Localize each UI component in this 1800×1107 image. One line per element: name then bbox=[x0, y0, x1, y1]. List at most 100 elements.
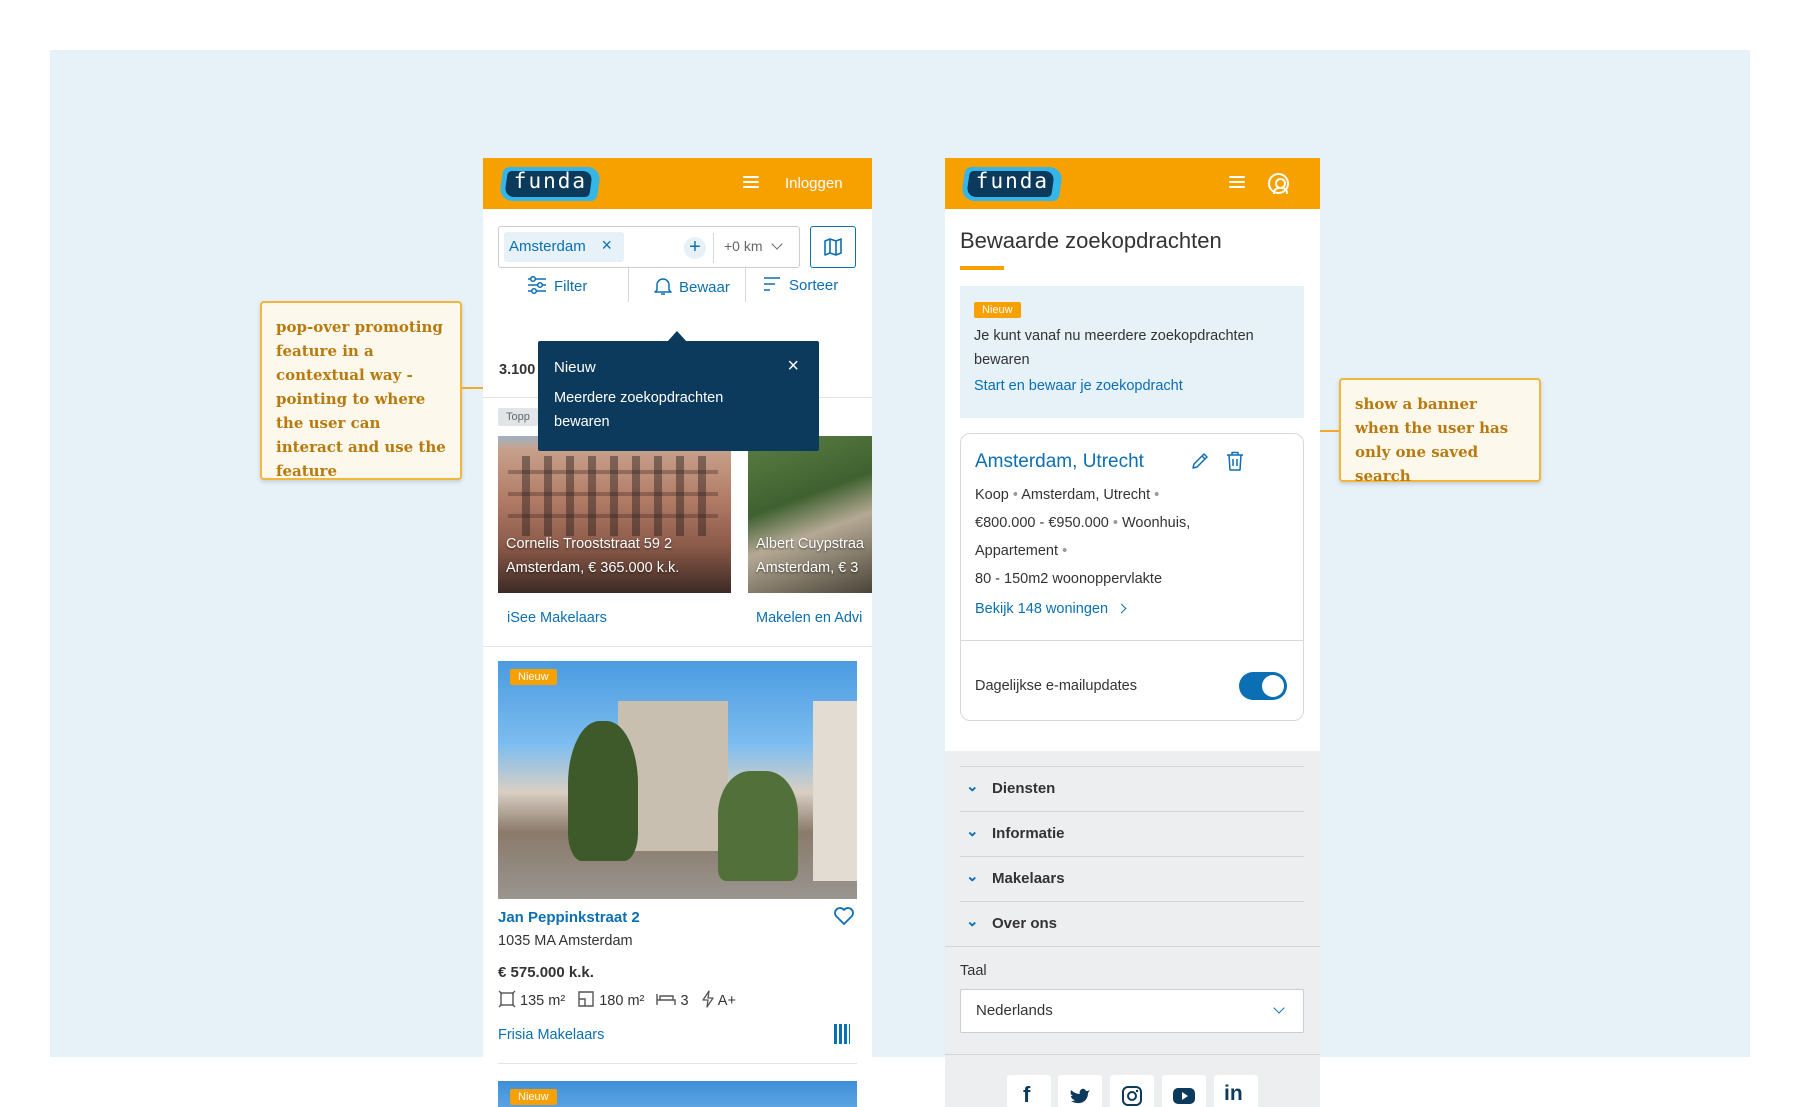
search-box[interactable]: Amsterdam × + +0 km bbox=[498, 226, 800, 268]
filter-icon bbox=[528, 275, 546, 295]
banner-link[interactable]: Start en bewaar je zoekopdracht bbox=[974, 378, 1183, 394]
language-select[interactable]: Nederlands bbox=[960, 989, 1304, 1033]
building-windows bbox=[508, 456, 718, 536]
map-icon bbox=[824, 238, 842, 256]
facebook-icon[interactable]: f bbox=[1007, 1075, 1051, 1107]
language-label: Taal bbox=[960, 963, 987, 979]
chevron-down-icon bbox=[1273, 1002, 1285, 1014]
annotation-banner: show a banner when the user has only one… bbox=[1339, 378, 1541, 485]
results-count: 3.100 bbox=[499, 362, 536, 378]
tree-shape bbox=[568, 721, 638, 861]
bed-icon bbox=[656, 994, 677, 1005]
footer-section-over-ons[interactable]: ⌄ Over ons bbox=[960, 901, 1304, 946]
listing-price: € 575.000 k.k. bbox=[498, 964, 594, 981]
plot-icon bbox=[578, 991, 594, 1007]
chevron-down-icon: ⌄ bbox=[966, 823, 979, 840]
chevron-right-icon bbox=[1116, 603, 1127, 614]
location-chip[interactable]: Amsterdam × bbox=[504, 232, 624, 262]
divider bbox=[745, 266, 746, 302]
email-updates-label: Dagelijkse e-mailupdates bbox=[975, 678, 1137, 694]
title-underline bbox=[960, 266, 1004, 270]
listing-title-link[interactable]: Jan Peppinkstraat 2 bbox=[498, 909, 640, 926]
listing-features: 135 m² 180 m² 3 A+ bbox=[498, 990, 736, 1009]
chevron-down-icon: ⌄ bbox=[966, 913, 979, 930]
popover-text: Meerdere zoekopdrachten bewaren bbox=[554, 390, 724, 430]
youtube-icon[interactable] bbox=[1162, 1075, 1206, 1107]
annotation-popover-text: pop-over promoting feature in a contextu… bbox=[276, 318, 446, 480]
email-updates-toggle[interactable] bbox=[1239, 672, 1287, 700]
instagram-icon[interactable] bbox=[1110, 1075, 1154, 1107]
carousel-card-photo[interactable]: Cornelis Trooststraat 59 2 Amsterdam, € … bbox=[498, 436, 731, 593]
search-criteria: Koop • Amsterdam, Utrecht • €800.000 - €… bbox=[975, 487, 1191, 587]
saved-search-card: Amsterdam, Utrecht Koop • Amsterdam, Utr… bbox=[960, 433, 1304, 721]
divider bbox=[961, 640, 1303, 641]
footer-divider bbox=[945, 946, 1320, 947]
menu-icon[interactable] bbox=[743, 176, 759, 188]
radius-select[interactable]: +0 km bbox=[724, 238, 784, 254]
user-account-icon[interactable] bbox=[1268, 173, 1289, 194]
footer-divider bbox=[945, 1054, 1320, 1055]
saved-search-title[interactable]: Amsterdam, Utrecht bbox=[975, 451, 1144, 473]
next-listing-photo[interactable]: Nieuw bbox=[498, 1081, 857, 1107]
chevron-down-icon bbox=[771, 238, 784, 250]
divider bbox=[713, 233, 714, 263]
listing-postcode: 1035 MA Amsterdam bbox=[498, 933, 633, 949]
carousel-card-photo[interactable]: Albert Cuypstraa Amsterdam, € 3 bbox=[748, 436, 872, 593]
favorite-heart-icon[interactable] bbox=[833, 906, 855, 931]
trash-icon[interactable] bbox=[1226, 451, 1244, 476]
sort-button[interactable]: Sorteer bbox=[763, 276, 838, 294]
annotation-banner-text: show a banner when the user has only one… bbox=[1355, 395, 1509, 485]
carousel-agent-link[interactable]: Makelen en Advi bbox=[756, 610, 862, 626]
chevron-down-icon: ⌄ bbox=[966, 778, 979, 795]
chevron-down-icon: ⌄ bbox=[966, 868, 979, 885]
new-badge: Nieuw bbox=[974, 302, 1021, 318]
phone-saved-searches: funda Bewaarde zoekopdrachten Nieuw Je k… bbox=[945, 158, 1320, 1107]
divider bbox=[483, 646, 872, 647]
header: funda Inloggen bbox=[483, 158, 872, 209]
banner-text: Je kunt vanaf nu meerdere zoekopdrachten… bbox=[974, 328, 1254, 368]
funda-logo[interactable]: funda bbox=[498, 167, 602, 201]
listing-agent-link[interactable]: Frisia Makelaars bbox=[498, 1027, 604, 1043]
footer-section-makelaars[interactable]: ⌄ Makelaars bbox=[960, 856, 1304, 901]
listing-photo[interactable]: Nieuw bbox=[498, 661, 857, 899]
view-homes-link[interactable]: Bekijk 148 woningen bbox=[975, 601, 1127, 617]
carousel-card-line2: Amsterdam, € 3 bbox=[756, 560, 859, 576]
carousel-card-line2: Amsterdam, € 365.000 k.k. bbox=[506, 560, 680, 576]
building-shape bbox=[813, 701, 857, 881]
divider bbox=[628, 266, 629, 302]
sort-icon bbox=[764, 277, 780, 291]
twitter-icon[interactable] bbox=[1058, 1075, 1102, 1107]
carousel-card-line1: Albert Cuypstraa bbox=[756, 536, 864, 552]
divider bbox=[498, 1063, 857, 1064]
linkedin-icon[interactable]: in bbox=[1214, 1075, 1258, 1107]
new-badge: Nieuw bbox=[510, 1089, 557, 1105]
add-location-button[interactable]: + bbox=[684, 237, 706, 259]
funda-logo[interactable]: funda bbox=[960, 167, 1064, 201]
save-search-popover: Nieuw Meerdere zoekopdrachten bewaren × bbox=[538, 331, 819, 451]
hedge-shape bbox=[718, 771, 798, 881]
menu-icon[interactable] bbox=[1229, 176, 1245, 188]
save-search-button[interactable]: Bewaar bbox=[653, 276, 730, 296]
energy-icon bbox=[701, 990, 714, 1008]
new-badge: Nieuw bbox=[510, 669, 557, 685]
remove-chip-icon[interactable]: × bbox=[601, 235, 612, 256]
annotation-popover: pop-over promoting feature in a contextu… bbox=[260, 301, 462, 480]
page-title: Bewaarde zoekopdrachten bbox=[960, 228, 1222, 253]
presentation-canvas bbox=[50, 50, 1750, 1057]
edit-icon[interactable] bbox=[1191, 452, 1209, 475]
carousel-card-line1: Cornelis Trooststraat 59 2 bbox=[506, 536, 673, 552]
header: funda bbox=[945, 158, 1320, 209]
footer-section-diensten[interactable]: ⌄ Diensten bbox=[960, 766, 1304, 811]
phone-search-results: funda Inloggen Amsterdam × + +0 km Filte… bbox=[483, 158, 872, 1107]
login-link[interactable]: Inloggen bbox=[785, 175, 843, 192]
close-icon[interactable]: × bbox=[787, 355, 799, 378]
area-icon bbox=[498, 990, 516, 1008]
bell-icon bbox=[654, 278, 672, 295]
filter-button[interactable]: Filter bbox=[527, 275, 587, 295]
map-button[interactable] bbox=[810, 226, 856, 268]
carousel-agent-link[interactable]: iSee Makelaars bbox=[507, 610, 607, 626]
footer-section-informatie[interactable]: ⌄ Informatie bbox=[960, 811, 1304, 856]
location-chip-label: Amsterdam bbox=[509, 238, 586, 255]
top-label-badge: Topp bbox=[498, 408, 538, 426]
popover-title: Nieuw bbox=[554, 359, 596, 376]
